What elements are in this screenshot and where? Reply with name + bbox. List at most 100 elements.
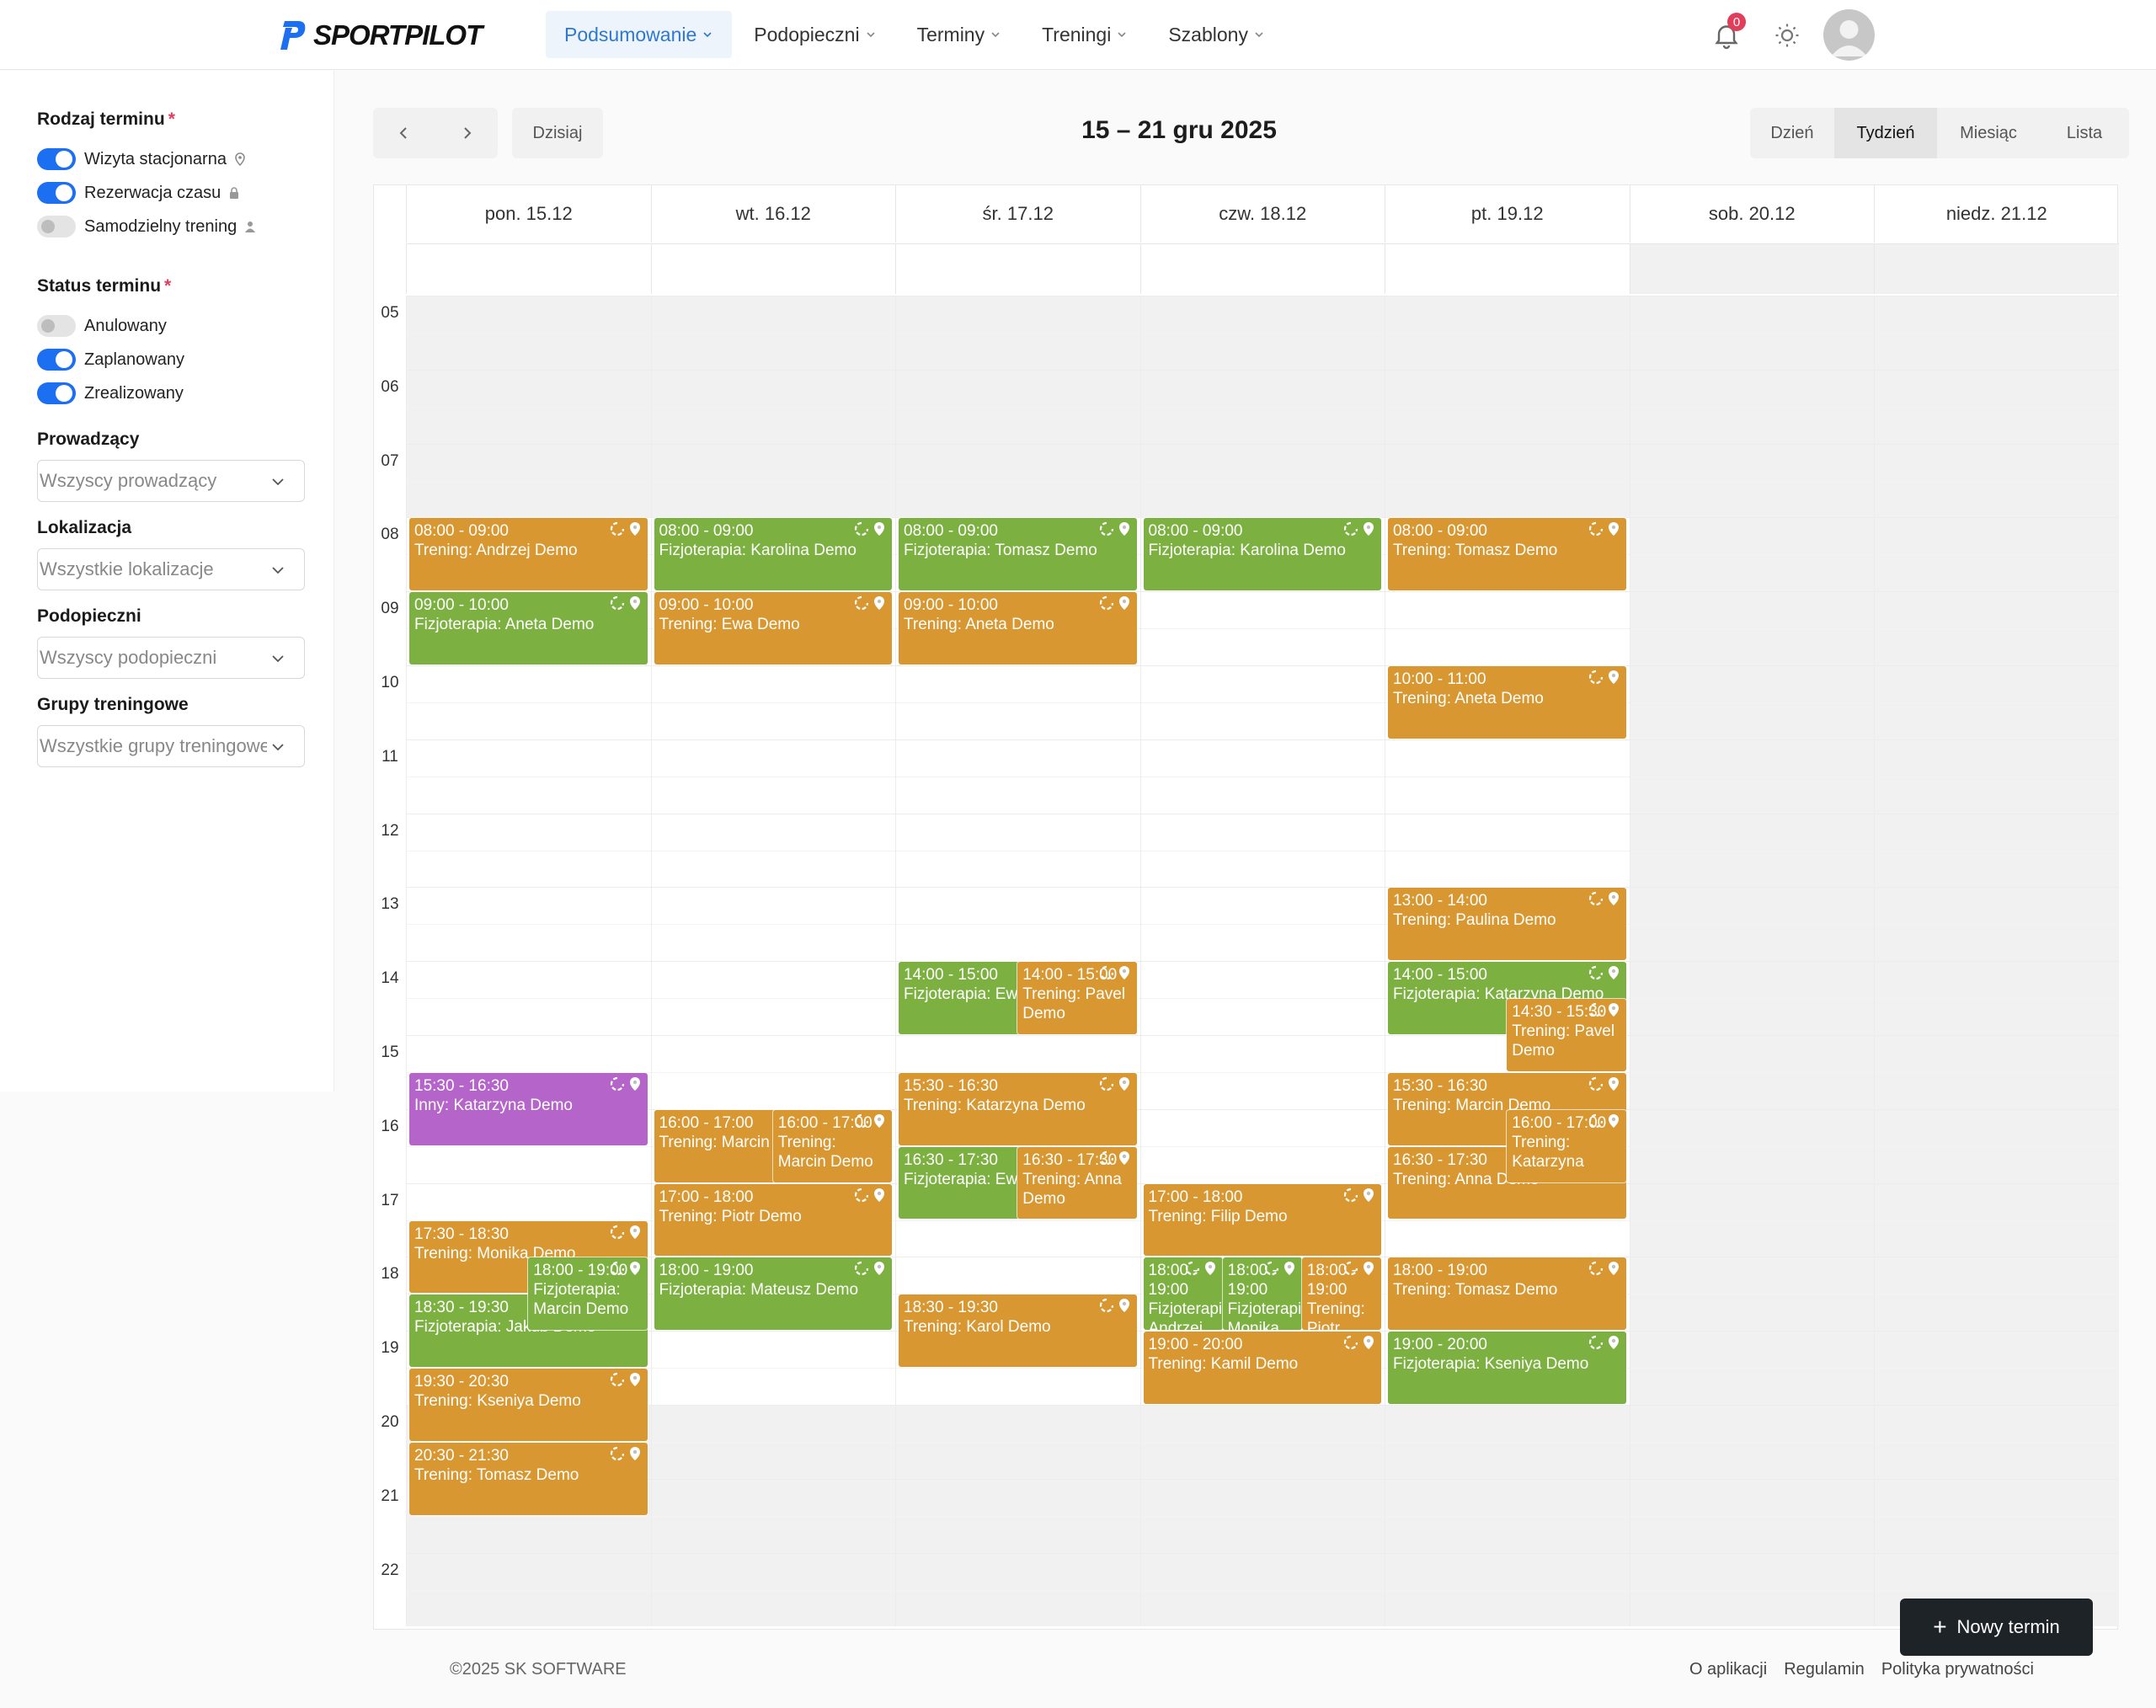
allday-cell-1[interactable] bbox=[650, 243, 895, 294]
day-column-3[interactable] bbox=[1139, 296, 1385, 1627]
calendar-event[interactable]: 08:00 - 09:00 Trening: Andrzej Demo bbox=[409, 518, 648, 591]
nav-item-2[interactable]: Terminy bbox=[899, 11, 1021, 58]
filter-select-3[interactable]: Wszystkie grupy treningowe bbox=[37, 725, 305, 767]
today-button[interactable]: Dzisiaj bbox=[512, 108, 603, 158]
day-header-2[interactable]: śr. 17.12 bbox=[895, 185, 1140, 243]
toggle-switch[interactable] bbox=[37, 382, 76, 404]
recurring-icon bbox=[610, 1225, 624, 1239]
calendar-event[interactable]: 19:30 - 20:30 Trening: Kseniya Demo bbox=[409, 1369, 648, 1441]
sun-icon[interactable] bbox=[1772, 20, 1802, 51]
main-nav: Podsumowanie Podopieczni Terminy Treningi Sz… bbox=[546, 11, 1287, 58]
day-column-6[interactable] bbox=[1874, 296, 2119, 1627]
toggle-sidebar-types-1[interactable]: Rezerwacja czasu bbox=[37, 180, 241, 205]
calendar-event[interactable]: 09:00 - 10:00 Trening: Ewa Demo bbox=[654, 592, 892, 665]
event-icons bbox=[1341, 521, 1376, 536]
calendar-event[interactable]: 19:00 - 20:00 Fizjoterapia: Kseniya Demo bbox=[1388, 1332, 1626, 1404]
toggle-sidebar-statuses-0[interactable]: Anulowany bbox=[37, 313, 167, 339]
view-button-3[interactable]: Lista bbox=[2040, 108, 2129, 158]
user-avatar[interactable] bbox=[1823, 9, 1875, 61]
calendar-event[interactable]: 09:00 - 10:00 Trening: Aneta Demo bbox=[899, 592, 1137, 665]
toggle-switch[interactable] bbox=[37, 216, 76, 238]
recurring-icon bbox=[610, 522, 624, 536]
day-header-1[interactable]: wt. 16.12 bbox=[650, 185, 896, 243]
calendar-event[interactable]: 15:30 - 16:30 Inny: Katarzyna Demo bbox=[409, 1072, 648, 1145]
new-event-button[interactable]: + Nowy termin bbox=[1900, 1599, 2093, 1656]
allday-cell-2[interactable] bbox=[895, 243, 1140, 294]
toggle-switch[interactable] bbox=[37, 148, 76, 170]
select-placeholder: Wszyscy podopieczni bbox=[40, 647, 217, 668]
calendar-event[interactable]: 08:00 - 09:00 Fizjoterapia: Karolina Demo bbox=[654, 518, 892, 591]
nav-item-1[interactable]: Podopieczni bbox=[735, 11, 894, 58]
recurring-icon bbox=[854, 1113, 869, 1128]
chevron-down-icon bbox=[272, 478, 284, 486]
allday-cell-5[interactable] bbox=[1629, 243, 1874, 294]
view-switcher: Dzień Tydzień Miesiąc Lista bbox=[1750, 108, 2129, 158]
previous-week-button[interactable] bbox=[373, 108, 435, 158]
day-header-6[interactable]: niedz. 21.12 bbox=[1874, 185, 2119, 243]
calendar-event[interactable]: 14:00 - 15:00 Trening: Pavel Demo bbox=[1017, 962, 1137, 1034]
day-column-5[interactable] bbox=[1629, 296, 1875, 1627]
view-button-1[interactable]: Tydzień bbox=[1834, 108, 1937, 158]
filter-select-1[interactable]: Wszystkie lokalizacje bbox=[37, 548, 305, 590]
nav-item-0[interactable]: Podsumowanie bbox=[546, 11, 733, 58]
day-column-1[interactable] bbox=[650, 296, 896, 1627]
event-icons bbox=[1586, 891, 1621, 906]
calendar-event[interactable]: 08:00 - 09:00 Trening: Tomasz Demo bbox=[1388, 518, 1626, 591]
day-header-3[interactable]: czw. 18.12 bbox=[1139, 185, 1385, 243]
day-column-2[interactable] bbox=[895, 296, 1140, 1627]
toggle-sidebar-statuses-1[interactable]: Zaplanowany bbox=[37, 347, 184, 372]
event-title: Trening: Karol Demo bbox=[904, 1318, 1051, 1337]
day-column-4[interactable] bbox=[1385, 296, 1630, 1627]
allday-cell-6[interactable] bbox=[1874, 243, 2119, 294]
toggle-switch[interactable] bbox=[37, 182, 76, 204]
day-header-0[interactable]: pon. 15.12 bbox=[406, 185, 651, 243]
calendar-event[interactable]: 18:00 - 19:00 Fizjoterapia: Marcin Demo bbox=[528, 1257, 648, 1331]
calendar-event[interactable]: 15:30 - 16:30 Trening: Katarzyna Demo bbox=[899, 1072, 1137, 1145]
calendar-event[interactable]: 17:00 - 18:00 Trening: Piotr Demo bbox=[654, 1183, 892, 1257]
filter-select-2[interactable]: Wszyscy podopieczni bbox=[37, 637, 305, 679]
footer-link-1[interactable]: Regulamin bbox=[1784, 1660, 1865, 1679]
allday-cell-4[interactable] bbox=[1385, 243, 1630, 294]
calendar-event[interactable]: 13:00 - 14:00 Trening: Paulina Demo bbox=[1388, 888, 1626, 961]
calendar-event[interactable]: 09:00 - 10:00 Fizjoterapia: Aneta Demo bbox=[409, 592, 648, 665]
calendar-event[interactable]: 16:00 - 17:00 Trening: Katarzyna bbox=[1507, 1109, 1626, 1182]
calendar-event[interactable]: 18:30 - 19:30 Trening: Karol Demo bbox=[899, 1294, 1137, 1368]
calendar-event[interactable]: 16:00 - 17:00 Trening: Marcin Demo bbox=[772, 1109, 892, 1182]
location-pin-icon bbox=[1118, 1150, 1129, 1165]
calendar-event[interactable]: 18:00 - 19:00Fizjoterapia: Monika Demo bbox=[1222, 1257, 1302, 1331]
sportpilot-logo[interactable]: SPORTPILOT bbox=[280, 19, 483, 52]
nav-item-4[interactable]: Szablony bbox=[1150, 11, 1283, 58]
footer-link-2[interactable]: Polityka prywatności bbox=[1881, 1660, 2034, 1679]
calendar-event[interactable]: 17:00 - 18:00 Trening: Filip Demo bbox=[1143, 1183, 1381, 1257]
allday-cell-3[interactable] bbox=[1139, 243, 1385, 294]
calendar-event[interactable]: 18:00 - 19:00 Trening: Tomasz Demo bbox=[1388, 1257, 1626, 1331]
lock-icon bbox=[230, 187, 239, 199]
calendar-event[interactable]: 18:00 - 19:00 Fizjoterapia: Mateusz Demo bbox=[654, 1257, 892, 1331]
location-pin-icon bbox=[629, 1446, 640, 1460]
toggle-switch[interactable] bbox=[37, 315, 76, 337]
calendar-event[interactable]: 18:00 - 19:00 Trening: Piotr bbox=[1301, 1257, 1381, 1331]
toggle-sidebar-types-2[interactable]: Samodzielny trening bbox=[37, 214, 257, 239]
event-icons bbox=[1097, 1150, 1132, 1166]
next-week-button[interactable] bbox=[435, 108, 498, 158]
toggle-sidebar-types-0[interactable]: Wizyta stacjonarna bbox=[37, 147, 247, 172]
calendar-event[interactable]: 14:30 - 15:30 Trening: Pavel Demo bbox=[1507, 999, 1626, 1071]
calendar-event[interactable]: 08:00 - 09:00 Fizjoterapia: Karolina Demo bbox=[1143, 518, 1381, 591]
event-title: Trening: Pavel Demo bbox=[1022, 985, 1126, 1023]
calendar-event[interactable]: 16:30 - 17:30 Trening: Anna Demo bbox=[1017, 1146, 1137, 1220]
calendar-event[interactable]: 20:30 - 21:30 Trening: Tomasz Demo bbox=[409, 1442, 648, 1515]
nav-item-3[interactable]: Treningi bbox=[1023, 11, 1146, 58]
calendar-event[interactable]: 08:00 - 09:00 Fizjoterapia: Tomasz Demo bbox=[899, 518, 1137, 591]
allday-cell-0[interactable] bbox=[406, 243, 651, 294]
toggle-sidebar-statuses-2[interactable]: Zrealizowany bbox=[37, 381, 184, 406]
toggle-switch[interactable] bbox=[37, 349, 76, 371]
footer-link-0[interactable]: O aplikacji bbox=[1689, 1660, 1767, 1679]
view-button-0[interactable]: Dzień bbox=[1750, 108, 1834, 158]
view-button-2[interactable]: Miesiąc bbox=[1937, 108, 2040, 158]
calendar-event[interactable]: 19:00 - 20:00 Trening: Kamil Demo bbox=[1143, 1332, 1381, 1404]
day-header-4[interactable]: pt. 19.12 bbox=[1385, 185, 1630, 243]
day-header-5[interactable]: sob. 20.12 bbox=[1629, 185, 1875, 243]
calendar-event[interactable]: 18:00 - 19:00Fizjoterapia: Andrzej Demo bbox=[1143, 1257, 1223, 1331]
filter-select-0[interactable]: Wszyscy prowadzący bbox=[37, 460, 305, 502]
calendar-event[interactable]: 10:00 - 11:00 Trening: Aneta Demo bbox=[1388, 666, 1626, 739]
